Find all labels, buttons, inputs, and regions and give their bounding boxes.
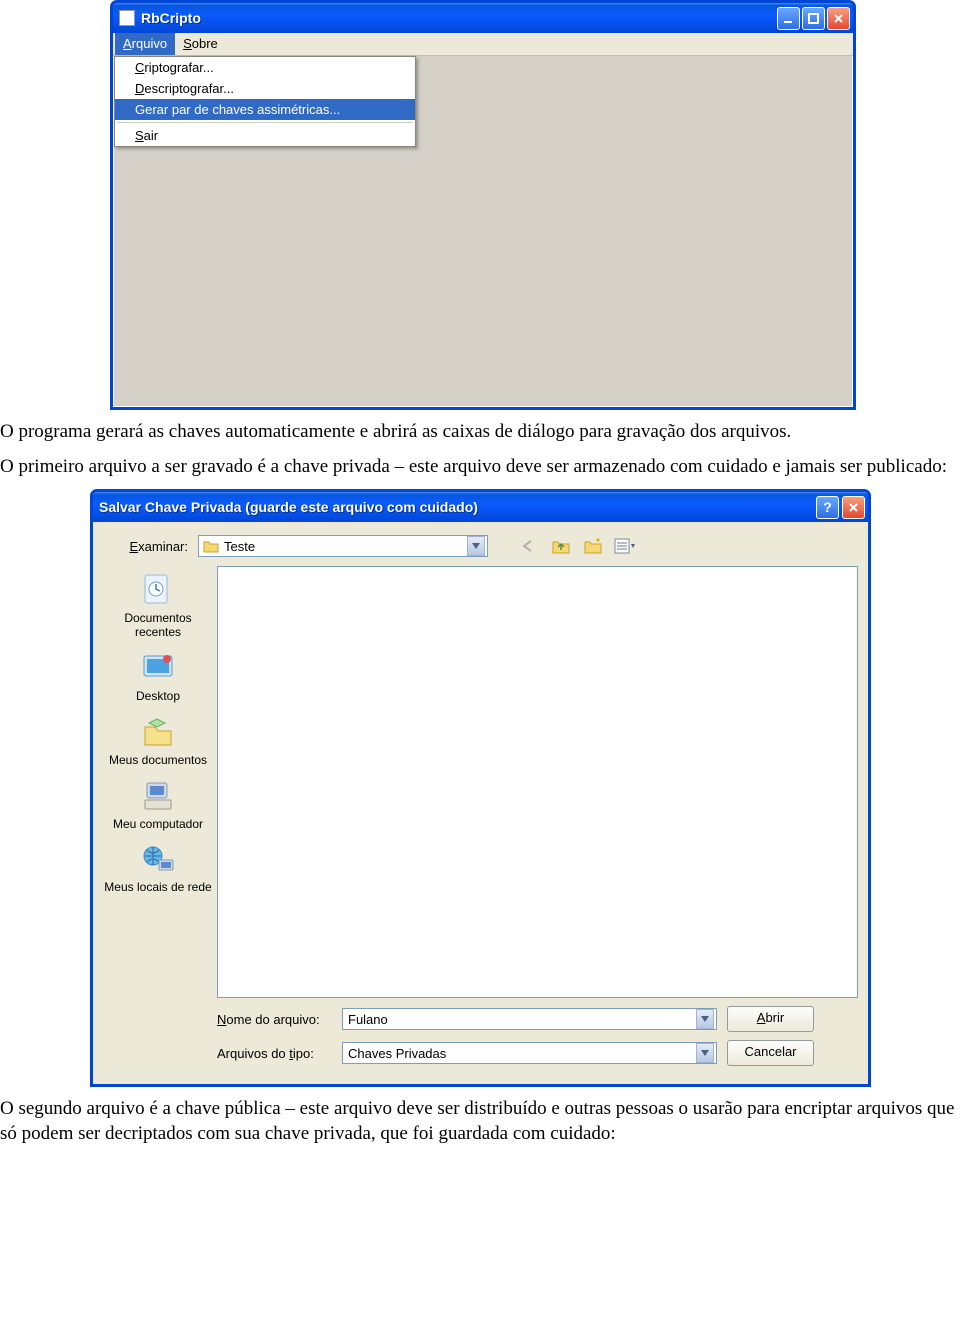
paragraph-2: O primeiro arquivo a ser gravado é a cha… <box>0 455 960 480</box>
filetype-field[interactable]: Chaves Privadas <box>342 1042 717 1064</box>
menu-item-sair[interactable]: Sair <box>115 125 415 146</box>
paragraph-3: O segundo arquivo é a chave pública – es… <box>0 1097 960 1146</box>
arquivo-dropdown: Criptografar... Descriptografar... Gerar… <box>114 56 416 147</box>
place-mycomputer[interactable]: Meu computador <box>103 776 213 838</box>
open-button[interactable]: Abrir <box>727 1006 814 1032</box>
place-recent-docs[interactable]: Documentos recentes <box>103 570 213 646</box>
filename-field[interactable]: Fulano <box>342 1008 717 1030</box>
place-mydocs[interactable]: Meus documentos <box>103 712 213 774</box>
menu-item-gerar-chaves[interactable]: Gerar par de chaves assimétricas... <box>115 99 415 120</box>
up-folder-icon[interactable] <box>550 535 572 557</box>
mydocs-icon <box>138 712 178 752</box>
menubar: Arquivo Sobre <box>113 33 853 56</box>
view-menu-icon[interactable] <box>614 535 636 557</box>
help-button[interactable]: ? <box>816 496 839 519</box>
maximize-button[interactable] <box>802 7 825 30</box>
filetype-label: Arquivos do tipo: <box>217 1046 332 1061</box>
app-icon <box>119 10 135 26</box>
window-title: RbCripto <box>141 10 777 26</box>
folder-icon <box>203 539 219 553</box>
examinar-label: Examinar: <box>103 539 188 554</box>
file-listing[interactable] <box>217 566 858 998</box>
titlebar[interactable]: RbCripto <box>113 3 853 33</box>
save-dialog: Salvar Chave Privada (guarde este arquiv… <box>90 489 871 1087</box>
menu-item-descriptografar[interactable]: Descriptografar... <box>115 78 415 99</box>
filename-label: Nome do arquivo: <box>217 1012 332 1027</box>
back-icon[interactable] <box>518 535 540 557</box>
recent-docs-icon <box>138 570 178 610</box>
client-area: Criptografar... Descriptografar... Gerar… <box>113 56 853 407</box>
menu-separator <box>117 122 413 123</box>
chevron-down-icon[interactable] <box>696 1009 714 1029</box>
menu-arquivo[interactable]: Arquivo <box>115 33 175 55</box>
rbcripto-window: RbCripto Arquivo Sobre <box>110 0 856 410</box>
dialog-title: Salvar Chave Privada (guarde este arquiv… <box>99 499 816 515</box>
desktop-icon <box>138 648 178 688</box>
dialog-titlebar[interactable]: Salvar Chave Privada (guarde este arquiv… <box>93 492 868 522</box>
dialog-close-button[interactable] <box>842 496 865 519</box>
chevron-down-icon[interactable] <box>696 1043 714 1063</box>
close-button[interactable] <box>827 7 850 30</box>
cancel-button[interactable]: Cancelar <box>727 1040 814 1066</box>
menu-item-criptografar[interactable]: Criptografar... <box>115 57 415 78</box>
menu-sobre[interactable]: Sobre <box>175 33 226 55</box>
look-in-combo[interactable]: Teste <box>198 535 488 557</box>
chevron-down-icon[interactable] <box>467 536 485 556</box>
paragraph-1: O programa gerará as chaves automaticame… <box>0 420 960 445</box>
place-network[interactable]: Meus locais de rede <box>103 839 213 901</box>
places-bar: Documentos recentes Desktop Meus documen… <box>103 566 213 998</box>
network-icon <box>138 839 178 879</box>
new-folder-icon[interactable] <box>582 535 604 557</box>
place-desktop[interactable]: Desktop <box>103 648 213 710</box>
minimize-button[interactable] <box>777 7 800 30</box>
computer-icon <box>138 776 178 816</box>
look-in-value: Teste <box>224 539 467 554</box>
